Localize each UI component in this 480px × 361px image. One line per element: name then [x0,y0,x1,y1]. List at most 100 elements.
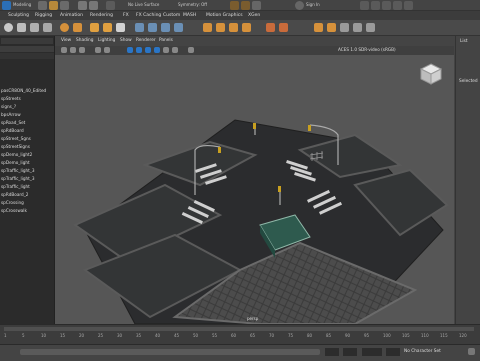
outliner-item[interactable]: signs_? [0,103,54,110]
film-gate-icon[interactable] [104,47,110,53]
color-space-dropdown[interactable]: ACES 1.0 SDR-video (sRGB) [338,47,396,52]
camera-select-icon[interactable] [61,47,67,53]
shelf-tab[interactable]: FX [123,12,129,19]
outliner-item[interactable]: spCrosswalk [0,207,54,214]
nurbs-sphere-icon[interactable] [60,23,69,32]
channel-box-icon[interactable] [404,1,413,10]
outliner-item[interactable]: spStreetSigns [0,143,54,150]
uv-editor-icon[interactable] [314,23,323,32]
menu-set-dropdown[interactable]: Modeling [13,3,31,7]
symmetry-dropdown[interactable]: Symmetry: Off [178,3,207,7]
boolean-icon[interactable] [174,23,183,32]
wireframe-icon[interactable] [127,47,133,53]
shelf-tab[interactable]: FX Caching [136,12,161,19]
character-set-dropdown[interactable]: No Character Set [404,349,441,354]
outliner-search-field[interactable] [1,38,53,44]
plane-icon[interactable] [43,23,52,32]
smooth-icon[interactable] [161,23,170,32]
fps-dropdown[interactable] [362,348,382,356]
range-end-field[interactable] [343,348,357,356]
layout-icon[interactable] [360,1,369,10]
render-icon[interactable] [230,1,239,10]
anim-layer-field[interactable] [386,348,400,356]
xray-icon[interactable] [172,47,178,53]
save-scene-icon[interactable] [60,1,69,10]
render-settings-icon[interactable] [252,1,261,10]
viewport-menu-item[interactable]: View [61,38,71,44]
multi-cut-icon[interactable] [266,23,275,32]
timeline[interactable]: 1 5 10 15 20 25 30 35 40 45 50 55 60 65 … [0,324,480,344]
automatic-map-icon[interactable] [353,23,362,32]
separate-icon[interactable] [148,23,157,32]
curve-icon[interactable] [90,23,99,32]
live-surface-field[interactable]: No Live Surface [128,3,159,7]
right-panel-tab-list[interactable]: List [460,39,468,44]
bookmark-icon[interactable] [79,47,85,53]
select-tool-icon[interactable] [78,1,87,10]
shelf-tab[interactable]: MASH [183,12,196,19]
outliner-item[interactable]: bpsArrow [0,111,54,118]
target-weld-icon[interactable] [279,23,288,32]
auto-key-icon[interactable] [468,348,475,355]
outliner-item[interactable]: spStreets [0,95,54,102]
range-start-field[interactable] [325,348,339,356]
snap-grid-icon[interactable] [106,1,115,10]
outliner-item[interactable]: pasCR8ON_40_Edited [0,87,54,94]
uv-layout-icon[interactable] [327,23,336,32]
isolate-select-icon[interactable] [188,47,194,53]
bridge-icon[interactable] [216,23,225,32]
viewport-menu-item[interactable]: Show [120,38,132,44]
outliner-item[interactable]: spTraffic_light_3 [0,175,54,182]
extrude-icon[interactable] [203,23,212,32]
shelf-tab[interactable]: XGen [248,12,260,19]
open-scene-icon[interactable] [49,1,58,10]
right-panel-tab-selected[interactable]: Selected [459,79,478,84]
planar-map-icon[interactable] [340,23,349,32]
svg-tool-icon[interactable] [116,23,125,32]
text-tool-icon[interactable] [103,23,112,32]
combine-icon[interactable] [135,23,144,32]
cylinder-icon[interactable] [30,23,39,32]
camera-attributes-icon[interactable] [70,47,76,53]
range-slider[interactable] [20,349,320,355]
tool-settings-icon[interactable] [393,1,402,10]
modeling-toolkit-icon[interactable] [371,1,380,10]
shelf-tab[interactable]: Rigging [35,12,52,19]
outliner-item[interactable]: spTraffic_light_3 [0,167,54,174]
outliner-filter[interactable] [0,53,54,59]
cube-icon[interactable] [17,23,26,32]
menu-set-icon[interactable] [2,1,11,10]
view-cube[interactable] [419,63,443,85]
textured-icon[interactable] [145,47,151,53]
lasso-tool-icon[interactable] [89,1,98,10]
fill-hole-icon[interactable] [242,23,251,32]
lights-icon[interactable] [154,47,160,53]
viewport-menu-item[interactable]: Renderer [136,38,156,44]
outliner-item[interactable]: spDemo_light2 [0,151,54,158]
grid-toggle-icon[interactable] [95,47,101,53]
shelf-tab[interactable]: Custom [163,12,180,19]
sign-in-button[interactable]: Sign In [306,3,320,7]
smooth-shade-icon[interactable] [136,47,142,53]
user-icon[interactable] [295,1,304,10]
ipr-render-icon[interactable] [241,1,250,10]
shelf-tab[interactable]: Rendering [90,12,113,19]
outliner-item[interactable]: spRoad_Set [0,119,54,126]
shelf-tab[interactable]: Motion Graphics [206,12,243,19]
viewport-menu-item[interactable]: Shading [76,38,93,44]
shelf-tab[interactable]: Animation [60,12,83,19]
bevel-icon[interactable] [229,23,238,32]
outliner-item[interactable]: spRdBoard [0,127,54,134]
outliner-item[interactable]: spDemo_light [0,159,54,166]
sew-uv-icon[interactable] [366,23,375,32]
nurbs-cube-icon[interactable] [73,23,82,32]
outliner-item[interactable]: spStreet_Sgns [0,135,54,142]
shadows-icon[interactable] [163,47,169,53]
viewport-menu-item[interactable]: Lighting [98,38,115,44]
viewport-menu-item[interactable]: Panels [159,38,173,44]
shelf-tab[interactable]: Sculpting [8,12,29,19]
new-scene-icon[interactable] [38,1,47,10]
sphere-icon[interactable] [4,23,13,32]
outliner-item[interactable]: spTraffic_light [0,183,54,190]
viewport-3d[interactable]: persp [55,55,454,324]
